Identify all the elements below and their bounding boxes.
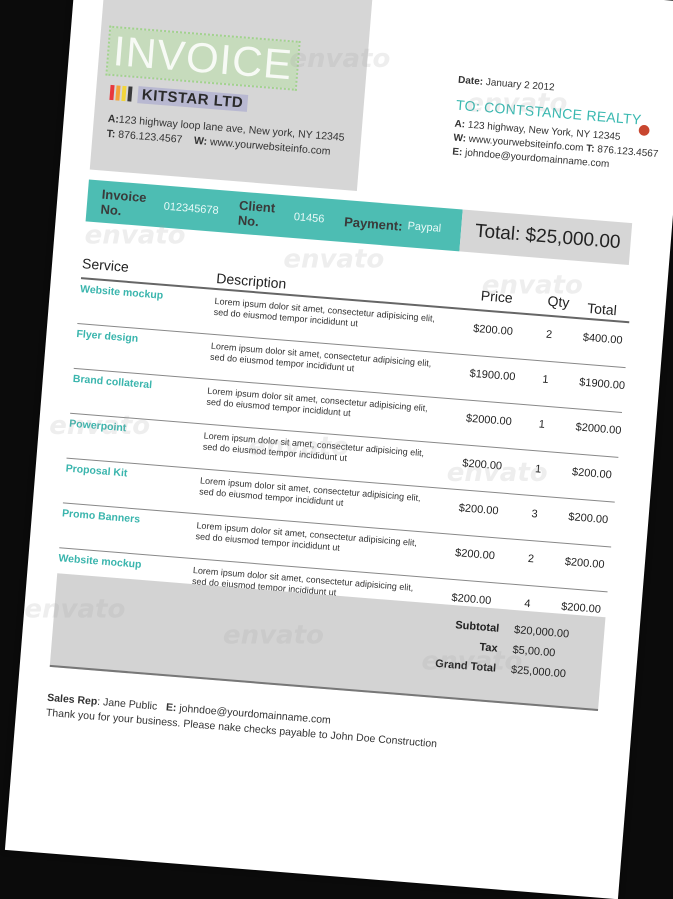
client-no-label: Client No. bbox=[237, 197, 276, 230]
sales-rep-label: Sales Rep bbox=[46, 691, 98, 708]
invoice-info-bar: Invoice No. 012345678 Client No. 01456 P… bbox=[85, 179, 463, 252]
row-price: $200.00 bbox=[472, 322, 514, 338]
row-service: Powerpoint bbox=[68, 417, 127, 435]
logo-bar bbox=[121, 85, 127, 102]
subtotal-line: Subtotal $20,000.00 bbox=[435, 618, 594, 640]
row-service: Promo Banners bbox=[61, 507, 141, 526]
total-box: Total: $25,000.00 bbox=[459, 209, 633, 266]
date-value: January 2 2012 bbox=[485, 77, 555, 94]
row-qty: 3 bbox=[531, 508, 539, 521]
subtotal-label: Subtotal bbox=[454, 619, 500, 635]
grand-total-label: Grand Total bbox=[434, 657, 497, 675]
header-service: Service bbox=[81, 255, 130, 275]
row-qty: 1 bbox=[538, 418, 546, 431]
payment-value: Paypal bbox=[407, 220, 442, 235]
row-total: $200.00 bbox=[571, 466, 613, 482]
phone-label: T: bbox=[106, 127, 116, 141]
header-qty: Qty bbox=[547, 292, 571, 311]
logo-bars-icon bbox=[109, 84, 133, 102]
tax-label: Tax bbox=[479, 641, 499, 655]
invoice-document: INVOICE KITSTAR LTD A:123 highway loop l… bbox=[4, 0, 673, 899]
grand-total-value: $25,000.00 bbox=[510, 663, 567, 681]
recipient-address-label: A: bbox=[454, 118, 466, 131]
row-total: $200.00 bbox=[567, 511, 609, 527]
recipient-email-label: E: bbox=[451, 146, 463, 159]
row-price: $200.00 bbox=[458, 502, 499, 518]
recipient-phone-label: T: bbox=[585, 143, 595, 155]
row-service: Website mockup bbox=[79, 283, 164, 302]
row-price: $200.00 bbox=[461, 457, 503, 473]
row-price: $1900.00 bbox=[469, 367, 516, 384]
row-price: $2000.00 bbox=[465, 412, 513, 429]
tax-value: $5,00.00 bbox=[512, 643, 556, 660]
logo-bar bbox=[127, 86, 133, 102]
row-service: Flyer design bbox=[76, 327, 139, 345]
row-service: Proposal Kit bbox=[65, 462, 128, 480]
row-price: $200.00 bbox=[454, 547, 496, 563]
payment-label: Payment: bbox=[343, 213, 404, 234]
row-total: $2000.00 bbox=[575, 421, 622, 437]
client-no-value: 01456 bbox=[293, 211, 325, 226]
side-watermark: ● bbox=[638, 115, 650, 140]
invoice-no-value: 012345678 bbox=[163, 200, 220, 217]
row-service: Brand collateral bbox=[72, 372, 153, 392]
footer: Sales Rep: Jane Public E: johndoe@yourdo… bbox=[45, 691, 438, 752]
services-table: Service Description Price Qty Total Webs… bbox=[56, 239, 633, 636]
envato-leaf-icon: ● bbox=[638, 122, 651, 138]
row-total: $1900.00 bbox=[578, 376, 626, 393]
row-service: Website mockup bbox=[57, 552, 142, 571]
header-price: Price bbox=[480, 287, 514, 306]
date-label: Date: bbox=[457, 74, 484, 88]
row-qty: 1 bbox=[541, 373, 549, 386]
recipient-web-label: W: bbox=[452, 132, 467, 145]
row-total: $400.00 bbox=[582, 331, 623, 347]
subtotal-value: $20,000.00 bbox=[513, 624, 570, 641]
row-qty: 2 bbox=[545, 328, 553, 342]
row-qty: 1 bbox=[534, 463, 542, 476]
footer-email-label: E: bbox=[165, 701, 177, 715]
logo-bar bbox=[115, 85, 121, 101]
logo-bar bbox=[109, 84, 115, 101]
header-description: Description bbox=[215, 270, 287, 292]
invoice-no-label: Invoice No. bbox=[100, 186, 148, 219]
tax-line: Tax $5,00.00 bbox=[433, 638, 592, 659]
row-total: $200.00 bbox=[564, 555, 605, 572]
header-total: Total bbox=[586, 299, 618, 319]
grand-total-line: Grand Total $25,000.00 bbox=[432, 657, 591, 680]
row-qty: 2 bbox=[527, 552, 535, 566]
phone-value: 876.123.4567 bbox=[117, 128, 183, 146]
web-label: W: bbox=[193, 134, 208, 148]
row-qty: 4 bbox=[523, 597, 531, 611]
